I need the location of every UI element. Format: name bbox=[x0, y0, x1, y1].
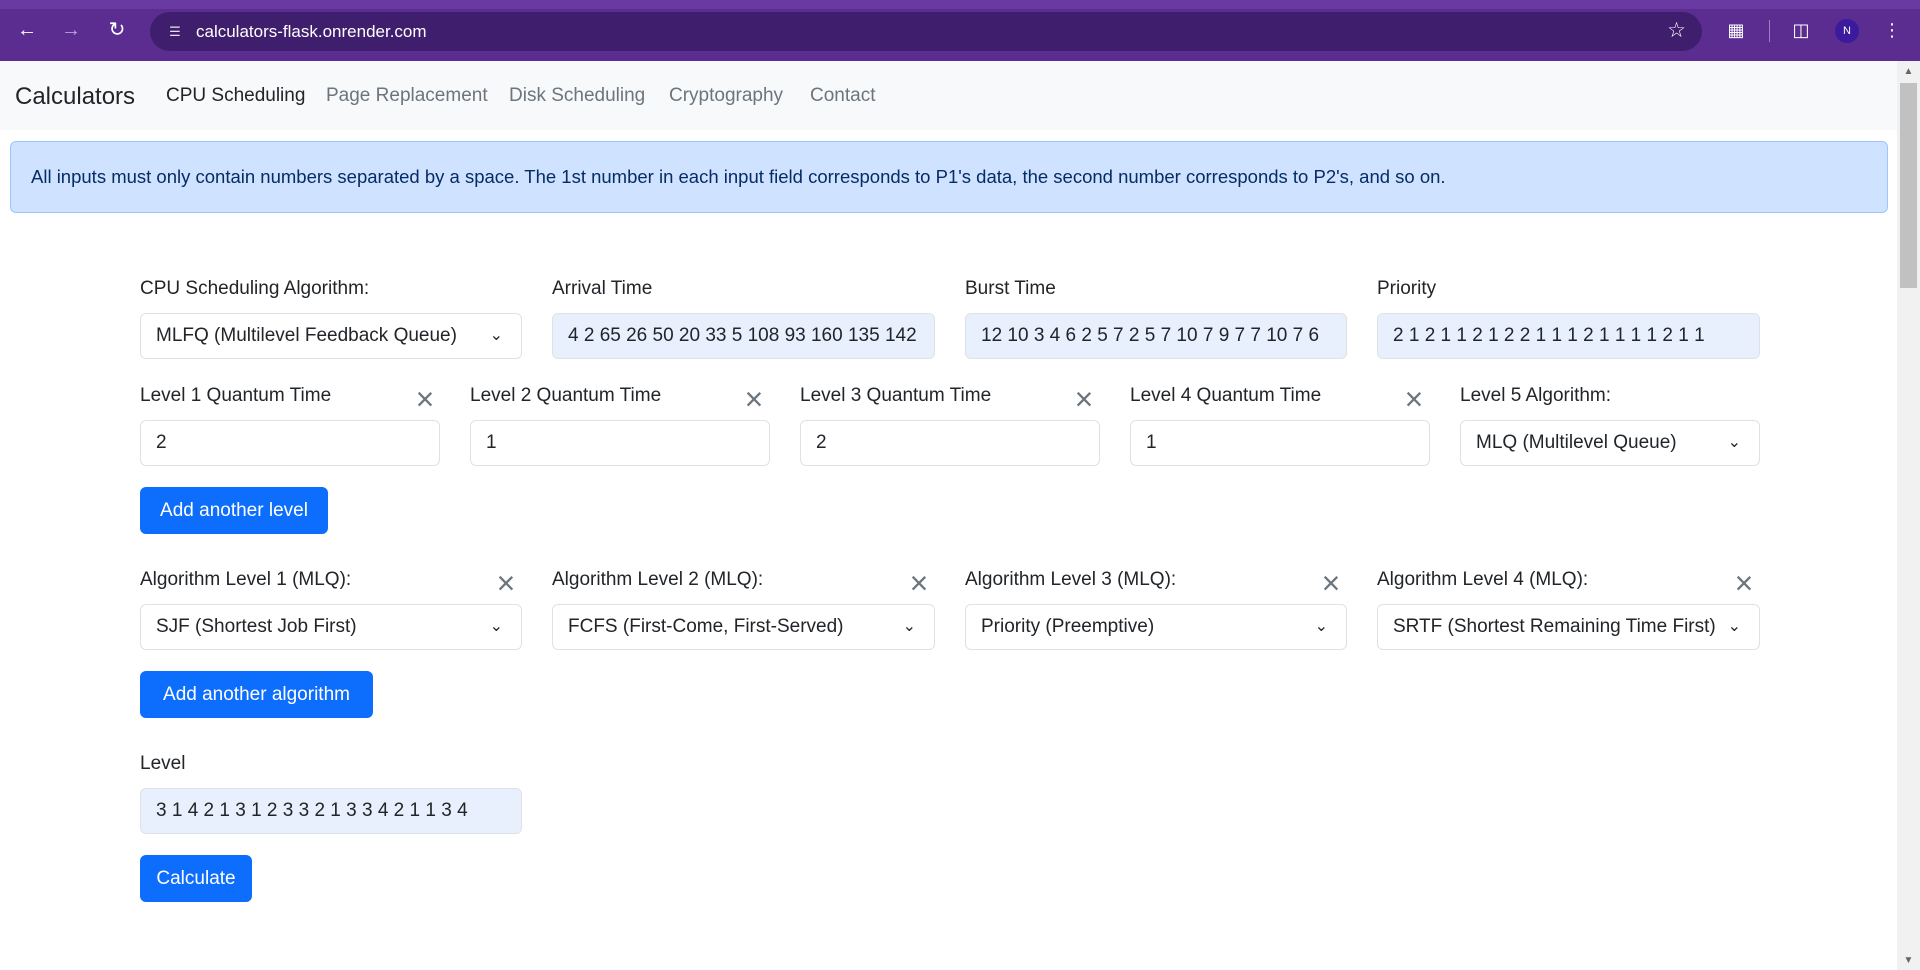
level-4-quantum-input[interactable]: 1 bbox=[1130, 420, 1430, 466]
tab-strip bbox=[0, 0, 1920, 9]
level-input[interactable]: 3 1 4 2 1 3 1 2 3 3 2 1 3 3 4 2 1 1 3 4 bbox=[140, 788, 522, 834]
level-3-quantum-input[interactable]: 2 bbox=[800, 420, 1100, 466]
close-icon[interactable]: × bbox=[1317, 567, 1345, 599]
level-1-quantum-input[interactable]: 2 bbox=[140, 420, 440, 466]
bookmark-star-icon[interactable]: ☆ bbox=[1667, 20, 1686, 42]
profile-avatar[interactable]: N bbox=[1835, 19, 1859, 43]
brand-link[interactable]: Calculators bbox=[15, 83, 135, 111]
burst-time-input[interactable]: 12 10 3 4 6 2 5 7 2 5 7 10 7 9 7 7 10 7 … bbox=[965, 313, 1347, 359]
algorithm-label: CPU Scheduling Algorithm: bbox=[140, 278, 370, 299]
level-5-algorithm-select[interactable]: MLQ (Multilevel Queue) ⌄ bbox=[1460, 420, 1760, 466]
chevron-down-icon: ⌄ bbox=[1727, 434, 1741, 451]
chevron-down-icon: ⌄ bbox=[1727, 618, 1741, 635]
mlq-level-1-select[interactable]: SJF (Shortest Job First) ⌄ bbox=[140, 604, 522, 650]
level-5-algorithm-label: Level 5 Algorithm: bbox=[1460, 385, 1612, 406]
extensions-icon[interactable]: ▦ bbox=[1723, 17, 1749, 43]
level-2-quantum-label: Level 2 Quantum Time bbox=[470, 385, 662, 406]
mlq-level-1-value: SJF (Shortest Job First) bbox=[156, 616, 357, 637]
level-3-quantum-label: Level 3 Quantum Time bbox=[800, 385, 992, 406]
algorithm-select-value: MLFQ (Multilevel Feedback Queue) bbox=[156, 325, 457, 346]
address-bar[interactable]: ☰ calculators-flask.onrender.com ☆ bbox=[150, 12, 1702, 51]
nav-page-replacement[interactable]: Page Replacement bbox=[326, 85, 488, 107]
chevron-down-icon: ⌄ bbox=[489, 327, 503, 344]
close-icon[interactable]: × bbox=[905, 567, 933, 599]
mlq-level-3-label: Algorithm Level 3 (MLQ): bbox=[965, 569, 1177, 590]
url-text[interactable]: calculators-flask.onrender.com bbox=[196, 22, 427, 42]
forward-icon[interactable]: → bbox=[58, 17, 84, 43]
level-label: Level bbox=[140, 753, 186, 774]
level-2-quantum-input[interactable]: 1 bbox=[470, 420, 770, 466]
mlq-level-2-label: Algorithm Level 2 (MLQ): bbox=[552, 569, 764, 590]
alert-text: All inputs must only contain numbers sep… bbox=[31, 166, 1446, 187]
level-1-quantum-label: Level 1 Quantum Time bbox=[140, 385, 332, 406]
info-alert: All inputs must only contain numbers sep… bbox=[10, 141, 1888, 213]
mlq-level-4-label: Algorithm Level 4 (MLQ): bbox=[1377, 569, 1589, 590]
mlq-level-4-select[interactable]: SRTF (Shortest Remaining Time First) ⌄ bbox=[1377, 604, 1760, 650]
nav-disk-scheduling[interactable]: Disk Scheduling bbox=[509, 85, 645, 107]
close-icon[interactable]: × bbox=[1730, 567, 1758, 599]
chevron-down-icon: ⌄ bbox=[902, 618, 916, 635]
mlq-level-3-value: Priority (Preemptive) bbox=[981, 616, 1155, 637]
site-navbar: Calculators CPU Scheduling Page Replacem… bbox=[0, 61, 1897, 130]
toolbar-divider bbox=[1769, 20, 1770, 42]
sidepanel-icon[interactable]: ◫ bbox=[1788, 17, 1814, 43]
mlq-level-3-select[interactable]: Priority (Preemptive) ⌄ bbox=[965, 604, 1347, 650]
priority-input[interactable]: 2 1 2 1 1 2 1 2 2 1 1 1 2 1 1 1 1 2 1 1 bbox=[1377, 313, 1760, 359]
site-info-icon[interactable]: ☰ bbox=[166, 23, 184, 41]
chevron-down-icon: ⌄ bbox=[489, 618, 503, 635]
close-icon[interactable]: × bbox=[1070, 383, 1098, 415]
browser-toolbar: ← → ↻ ☰ calculators-flask.onrender.com ☆… bbox=[0, 0, 1920, 61]
back-icon[interactable]: ← bbox=[14, 17, 40, 43]
close-icon[interactable]: × bbox=[740, 383, 768, 415]
nav-cryptography[interactable]: Cryptography bbox=[669, 85, 783, 107]
mlq-level-2-select[interactable]: FCFS (First-Come, First-Served) ⌄ bbox=[552, 604, 935, 650]
reload-icon[interactable]: ↻ bbox=[104, 17, 130, 43]
mlq-level-2-value: FCFS (First-Come, First-Served) bbox=[568, 616, 844, 637]
scrollbar-thumb[interactable] bbox=[1900, 83, 1917, 288]
nav-cpu-scheduling[interactable]: CPU Scheduling bbox=[166, 85, 305, 107]
close-icon[interactable]: × bbox=[492, 567, 520, 599]
level-4-quantum-label: Level 4 Quantum Time bbox=[1130, 385, 1322, 406]
add-algorithm-button[interactable]: Add another algorithm bbox=[140, 671, 373, 718]
burst-time-label: Burst Time bbox=[965, 278, 1056, 299]
mlq-level-4-value: SRTF (Shortest Remaining Time First) bbox=[1393, 616, 1716, 637]
kebab-menu-icon[interactable]: ⋮ bbox=[1879, 17, 1905, 43]
scroll-down-icon[interactable]: ▼ bbox=[1902, 955, 1915, 967]
scroll-up-icon[interactable]: ▲ bbox=[1902, 66, 1915, 78]
calculate-button[interactable]: Calculate bbox=[140, 855, 252, 902]
close-icon[interactable]: × bbox=[1400, 383, 1428, 415]
nav-contact[interactable]: Contact bbox=[810, 85, 875, 107]
priority-label: Priority bbox=[1377, 278, 1437, 299]
close-icon[interactable]: × bbox=[411, 383, 439, 415]
algorithm-select[interactable]: MLFQ (Multilevel Feedback Queue) ⌄ bbox=[140, 313, 522, 359]
level-5-algorithm-value: MLQ (Multilevel Queue) bbox=[1476, 432, 1677, 453]
mlq-level-1-label: Algorithm Level 1 (MLQ): bbox=[140, 569, 352, 590]
arrival-time-label: Arrival Time bbox=[552, 278, 653, 299]
arrival-time-input[interactable]: 4 2 65 26 50 20 33 5 108 93 160 135 142 bbox=[552, 313, 935, 359]
add-level-button[interactable]: Add another level bbox=[140, 487, 328, 534]
chevron-down-icon: ⌄ bbox=[1314, 618, 1328, 635]
